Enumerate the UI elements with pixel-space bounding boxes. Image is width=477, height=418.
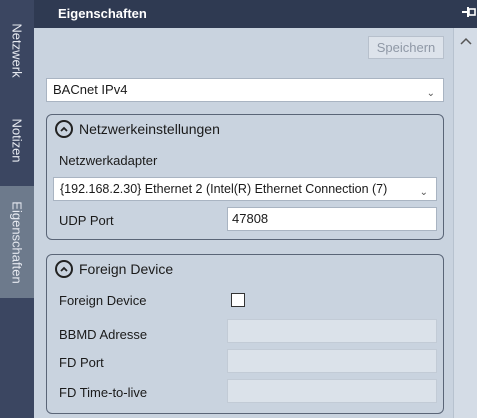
panel-header: Eigenschaften (34, 0, 477, 28)
fd-ttl-input[interactable] (227, 379, 437, 403)
udp-port-label: UDP Port (59, 213, 114, 228)
scroll-up-icon[interactable] (459, 36, 473, 46)
protocol-select-value: BACnet IPv4 (53, 82, 128, 97)
fd-port-input[interactable] (227, 349, 437, 373)
panel-title: Eigenschaften (58, 6, 147, 21)
tab-notizen-label: Notizen (9, 117, 25, 163)
tab-notizen[interactable]: Notizen (0, 104, 34, 176)
adapter-select-value: {192.168.2.30} Ethernet 2 (Intel(R) Ethe… (60, 182, 388, 196)
foreign-device-label: Foreign Device (59, 293, 147, 308)
bbmd-address-input[interactable] (227, 319, 437, 343)
bbmd-address-label: BBMD Adresse (59, 327, 148, 342)
udp-port-input[interactable]: 47808 (227, 207, 437, 231)
pin-icon[interactable] (462, 5, 476, 19)
adapter-select[interactable]: {192.168.2.30} Ethernet 2 (Intel(R) Ethe… (53, 177, 437, 201)
tab-netzwerk-label: Netzwerk (9, 22, 25, 78)
tab-netzwerk[interactable]: Netzwerk (0, 0, 34, 100)
collapse-icon (55, 120, 73, 138)
foreign-device-title: Foreign Device (79, 261, 174, 277)
foreign-device-checkbox[interactable] (231, 293, 245, 307)
adapter-label: Netzwerkadapter (59, 153, 158, 168)
fd-ttl-label: FD Time-to-live (59, 385, 148, 400)
network-settings-group: Netzwerkeinstellungen Netzwerkadapter {1… (46, 114, 444, 240)
side-tab-strip: Netzwerk Notizen Eigenschaften (0, 0, 34, 418)
foreign-device-group: Foreign Device Foreign Device BBMD Adres… (46, 254, 444, 414)
tab-eigenschaften[interactable]: Eigenschaften (0, 186, 34, 298)
network-settings-header[interactable]: Netzwerkeinstellungen (55, 120, 220, 138)
foreign-device-header[interactable]: Foreign Device (55, 260, 173, 278)
tab-eigenschaften-label: Eigenschaften (9, 200, 25, 284)
fd-port-label: FD Port (59, 355, 104, 370)
save-button[interactable]: Speichern (368, 36, 444, 59)
network-settings-title: Netzwerkeinstellungen (79, 121, 220, 137)
properties-panel: Speichern BACnet IPv4 ⌄ Netzwerkeinstell… (34, 28, 453, 418)
chevron-down-icon: ⌄ (426, 88, 435, 99)
protocol-select[interactable]: BACnet IPv4 ⌄ (46, 78, 444, 102)
vertical-scrollbar[interactable] (453, 28, 477, 418)
collapse-icon (55, 260, 73, 278)
chevron-down-icon: ⌄ (415, 182, 428, 200)
